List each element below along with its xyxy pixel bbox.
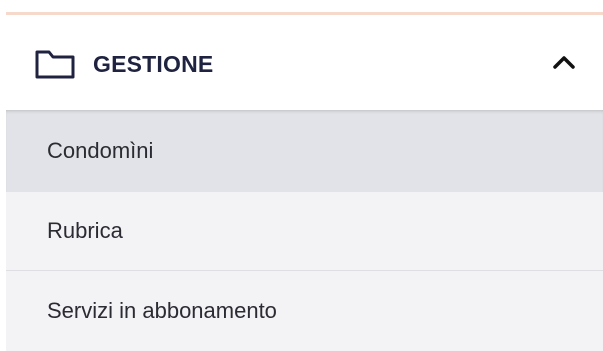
menu-item-label: Rubrica — [47, 218, 123, 243]
section-title: GESTIONE — [93, 51, 214, 77]
menu-item-label: Servizi in abbonamento — [47, 298, 277, 323]
menu-item-label: Condomìni — [47, 138, 154, 163]
folder-icon — [35, 50, 75, 79]
navigation-panel: GESTIONE Condomìni Rubrica Servizi in ab… — [0, 0, 603, 351]
menu-item-rubrica[interactable]: Rubrica — [6, 192, 603, 271]
chevron-up-icon[interactable] — [551, 53, 577, 71]
submenu-list: Condomìni Rubrica Servizi in abbonamento — [6, 110, 603, 351]
section-header-gestione[interactable]: GESTIONE — [6, 15, 603, 110]
menu-item-condomini[interactable]: Condomìni — [6, 110, 603, 192]
menu-item-servizi-in-abbonamento[interactable]: Servizi in abbonamento — [6, 271, 603, 351]
